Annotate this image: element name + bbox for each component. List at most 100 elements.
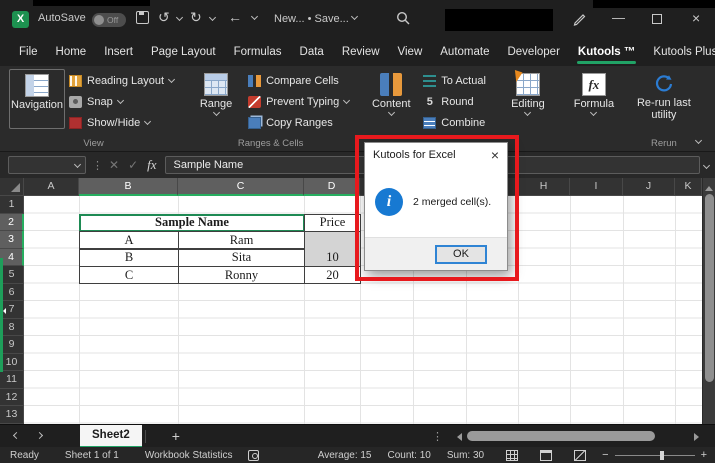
- autosave-toggle[interactable]: Off: [92, 13, 126, 27]
- tab-insert[interactable]: Insert: [95, 38, 142, 66]
- enter-entry-icon[interactable]: ✓: [128, 158, 138, 172]
- more-commands-icon[interactable]: [251, 13, 258, 20]
- column-header-k[interactable]: K: [675, 178, 702, 196]
- formula-bar-expand-icon[interactable]: [703, 161, 710, 168]
- tabbar-drag-handle[interactable]: ⋮: [432, 430, 443, 443]
- zoom-out-button[interactable]: −: [602, 449, 608, 461]
- undo-icon[interactable]: ↺: [158, 9, 170, 26]
- rerun-last-utility-button[interactable]: Re-run last utility: [632, 69, 696, 121]
- tab-view[interactable]: View: [389, 38, 432, 66]
- close-button[interactable]: ×: [692, 10, 700, 26]
- prevent-typing-button[interactable]: Prevent Typing: [244, 91, 353, 112]
- tab-developer[interactable]: Developer: [498, 38, 568, 66]
- next-sheet-icon[interactable]: [36, 431, 43, 438]
- insert-function-icon[interactable]: fx: [147, 157, 156, 173]
- row-header-8[interactable]: 8: [0, 319, 24, 337]
- navigation-button[interactable]: Navigation: [9, 69, 65, 129]
- previous-sheet-icon[interactable]: [13, 431, 20, 438]
- tab-home[interactable]: Home: [47, 38, 96, 66]
- row-header-13[interactable]: 13: [0, 406, 24, 424]
- zoom-slider-thumb[interactable]: [660, 451, 664, 460]
- row-header-3[interactable]: 3: [0, 231, 24, 249]
- name-box[interactable]: [8, 156, 86, 174]
- column-header-b[interactable]: B: [79, 178, 178, 196]
- column-header-i[interactable]: I: [570, 178, 623, 196]
- excel-app-icon[interactable]: X: [12, 11, 29, 28]
- cell-c4[interactable]: Sita: [178, 249, 305, 267]
- redo-icon[interactable]: ↻: [190, 9, 202, 26]
- reading-layout-button[interactable]: Reading Layout: [65, 70, 178, 91]
- cell-c3[interactable]: Ram: [178, 231, 305, 249]
- tab-kutools[interactable]: Kutools ™: [569, 38, 645, 66]
- cell-d5[interactable]: 20: [304, 266, 361, 284]
- row-header-4[interactable]: 4: [0, 249, 24, 267]
- row-header-10[interactable]: 10: [0, 354, 24, 372]
- zoom-in-button[interactable]: +: [701, 449, 707, 461]
- cell-b2-c2-merged[interactable]: Sample Name: [79, 214, 305, 232]
- column-header-j[interactable]: J: [623, 178, 675, 196]
- back-arrow-icon[interactable]: ←: [228, 9, 242, 25]
- title-dropdown-icon[interactable]: [351, 13, 358, 20]
- scroll-left-icon[interactable]: [453, 433, 462, 441]
- workbook-statistics-button[interactable]: Workbook Statistics: [145, 450, 233, 461]
- formula-button[interactable]: fx Formula: [566, 69, 622, 115]
- save-icon[interactable]: [136, 11, 149, 24]
- pen-icon[interactable]: [572, 11, 587, 26]
- vertical-scroll-thumb[interactable]: [705, 194, 714, 382]
- cell-b4[interactable]: B: [79, 249, 179, 267]
- horizontal-scroll-thumb[interactable]: [467, 431, 655, 441]
- tab-automate[interactable]: Automate: [431, 38, 498, 66]
- sheet-tab-active[interactable]: Sheet2: [80, 425, 142, 448]
- page-break-view-icon[interactable]: [574, 450, 586, 461]
- row-header-5[interactable]: 5: [0, 266, 24, 284]
- scroll-right-icon[interactable]: [694, 433, 703, 441]
- cell-b3[interactable]: A: [79, 231, 179, 249]
- row-header-12[interactable]: 12: [0, 389, 24, 407]
- tab-file[interactable]: File: [10, 38, 47, 66]
- formula-bar-drag-handle[interactable]: ⋮: [92, 159, 103, 172]
- row-header-11[interactable]: 11: [0, 371, 24, 389]
- undo-dropdown-icon[interactable]: [176, 14, 183, 21]
- compare-cells-button[interactable]: Compare Cells: [244, 70, 353, 91]
- combine-button[interactable]: Combine: [419, 112, 490, 133]
- content-button[interactable]: Content: [363, 69, 419, 115]
- accessibility-icon[interactable]: [248, 450, 259, 461]
- scroll-up-icon[interactable]: [705, 182, 713, 191]
- range-button[interactable]: Range: [188, 69, 244, 115]
- row-header-6[interactable]: 6: [0, 284, 24, 302]
- copy-ranges-button[interactable]: Copy Ranges: [244, 112, 353, 133]
- dialog-title-bar[interactable]: Kutools for Excel ×: [365, 143, 507, 167]
- minimize-button[interactable]: —: [612, 10, 625, 25]
- vertical-scrollbar[interactable]: [702, 178, 715, 424]
- tab-kutools-plus[interactable]: Kutools Plus: [644, 38, 715, 66]
- round-button[interactable]: 5 Round: [419, 91, 490, 112]
- column-header-h[interactable]: H: [518, 178, 570, 196]
- editing-button[interactable]: Editing: [500, 69, 556, 115]
- cell-c5[interactable]: Ronny: [178, 266, 305, 284]
- cancel-entry-icon[interactable]: ✕: [109, 158, 119, 172]
- kutools-navigation-pane-handle[interactable]: [0, 258, 3, 372]
- maximize-button[interactable]: [652, 14, 662, 24]
- snap-button[interactable]: Snap: [65, 91, 178, 112]
- row-header-2[interactable]: 2: [0, 214, 24, 232]
- dialog-close-icon[interactable]: ×: [491, 148, 499, 162]
- show-hide-button[interactable]: Show/Hide: [65, 112, 178, 133]
- horizontal-scrollbar[interactable]: [453, 431, 703, 442]
- column-header-c[interactable]: C: [178, 178, 304, 196]
- add-sheet-button[interactable]: +: [172, 429, 180, 443]
- tab-data[interactable]: Data: [291, 38, 333, 66]
- ok-button[interactable]: OK: [435, 245, 487, 264]
- page-layout-view-icon[interactable]: [540, 450, 552, 461]
- tab-formulas[interactable]: Formulas: [225, 38, 291, 66]
- normal-view-icon[interactable]: [506, 450, 518, 461]
- column-header-a[interactable]: A: [24, 178, 79, 196]
- to-actual-button[interactable]: To Actual: [419, 70, 490, 91]
- tab-review[interactable]: Review: [333, 38, 389, 66]
- cell-b5[interactable]: C: [79, 266, 179, 284]
- cells-area[interactable]: Sample Name Price A Ram 10 B Sita C Ronn…: [24, 196, 702, 424]
- tab-page-layout[interactable]: Page Layout: [142, 38, 225, 66]
- search-icon[interactable]: [396, 11, 411, 26]
- redo-dropdown-icon[interactable]: [209, 14, 216, 21]
- help-button[interactable]: ? Help: [706, 69, 715, 115]
- zoom-slider[interactable]: [615, 455, 695, 456]
